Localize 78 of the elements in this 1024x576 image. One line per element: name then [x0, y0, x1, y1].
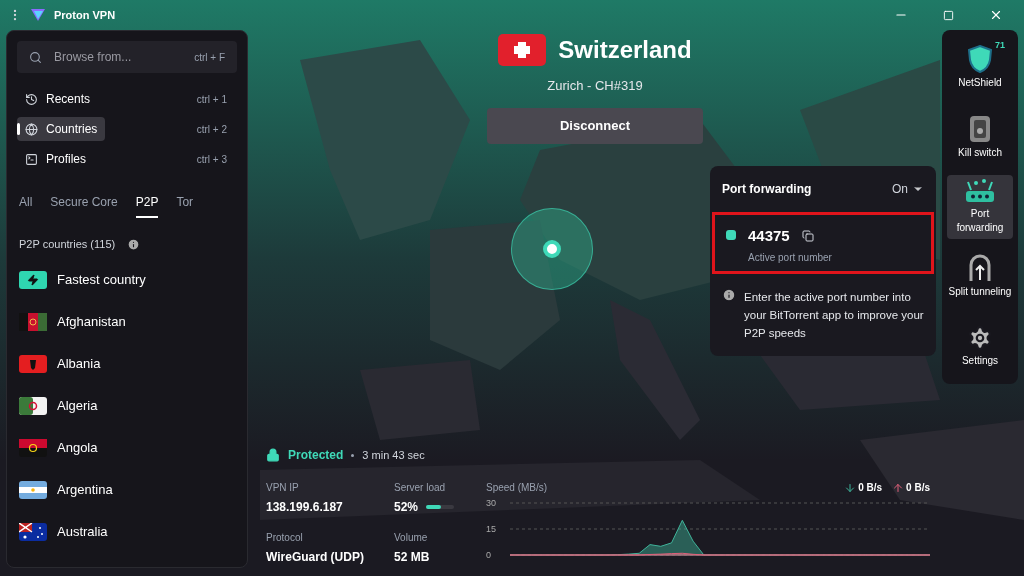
- flag-icon: [19, 354, 47, 373]
- connection-duration: 3 min 43 sec: [362, 447, 425, 463]
- axis-tick-label: 15: [486, 524, 496, 534]
- maximize-icon[interactable]: [943, 9, 954, 21]
- flag-icon: [19, 396, 47, 415]
- window-title: Proton VPN: [54, 7, 116, 23]
- axis-tick-label: 30: [486, 499, 496, 508]
- shield-icon: [968, 45, 992, 74]
- info-text: Enter the active port number into your BitTorrent app to improve your P2P speeds: [744, 289, 924, 341]
- list-heading: P2P countries (115): [19, 237, 116, 252]
- country-item[interactable]: Australia: [19, 520, 235, 543]
- switch-icon: [969, 114, 991, 143]
- chart-title: Speed (MB/s): [486, 481, 548, 495]
- filter-tab[interactable]: Tor: [176, 193, 194, 218]
- download-speed: 0 B/s: [858, 481, 883, 495]
- feature-button[interactable]: Settings: [947, 314, 1013, 378]
- shortcut-hint: ctrl + 1: [196, 92, 228, 107]
- flag-icon: [498, 34, 547, 66]
- server-name: Zurich - CH#319: [547, 77, 643, 95]
- country-item[interactable]: Afghanistan: [19, 310, 235, 333]
- download-icon: [844, 481, 857, 494]
- tunnel-icon: [969, 254, 991, 283]
- status-label: Protected: [288, 447, 344, 464]
- country-item[interactable]: Algeria: [19, 394, 235, 417]
- lightning-icon: [19, 270, 47, 289]
- selection-indicator: [17, 123, 20, 135]
- shortcut-hint: ctrl + 3: [196, 152, 228, 167]
- terminal-icon: [25, 152, 38, 166]
- stat-label: Protocol: [266, 531, 304, 545]
- country-item[interactable]: Argentina: [19, 478, 235, 501]
- feature-button[interactable]: Kill switch: [947, 105, 1013, 170]
- upload-speed: 0 B/s: [906, 481, 930, 495]
- state-dropdown[interactable]: On: [892, 179, 924, 198]
- copy-icon[interactable]: [801, 229, 814, 242]
- search-input[interactable]: Browse from...: [54, 48, 183, 66]
- search-icon: [29, 50, 42, 64]
- disconnect-button[interactable]: Disconnect: [487, 107, 703, 144]
- flag-icon: [19, 438, 47, 457]
- country-name: Switzerland: [558, 35, 692, 65]
- stat-value: 138.199.6.187: [266, 499, 343, 516]
- nav-item[interactable]: Countries: [17, 117, 106, 141]
- filter-tab[interactable]: All: [19, 193, 33, 218]
- router-icon: [965, 178, 995, 205]
- country-item[interactable]: Fastest country: [19, 268, 235, 291]
- popover-title: Port forwarding: [722, 180, 812, 198]
- logo-icon: [30, 8, 46, 22]
- flag-icon: [19, 522, 47, 541]
- stat-value: 52 MB: [394, 549, 430, 566]
- filter-tab[interactable]: Secure Core: [50, 193, 118, 218]
- info-icon: [127, 237, 141, 251]
- port-number: 44375: [748, 225, 790, 246]
- feature-button[interactable]: NetShield 71: [947, 36, 1013, 100]
- flag-icon: [19, 312, 47, 331]
- stat-label: Volume: [394, 531, 429, 545]
- feature-button[interactable]: Port forwarding: [947, 175, 1013, 239]
- stat-value: 52%: [394, 499, 419, 516]
- history-icon: [25, 92, 38, 106]
- country-item[interactable]: Angola: [19, 436, 235, 459]
- nav-item[interactable]: Profiles: [17, 147, 94, 171]
- feature-button[interactable]: Split tunneling: [947, 244, 1013, 309]
- shortcut-hint: ctrl + 2: [196, 122, 228, 137]
- nav-item[interactable]: Recents: [17, 87, 99, 111]
- stat-label: Server load: [394, 481, 447, 495]
- filter-tab[interactable]: P2P: [135, 193, 159, 218]
- globe-icon: [25, 122, 38, 136]
- shortcut-hint: ctrl + F: [194, 50, 225, 65]
- axis-tick-label: 0: [486, 550, 491, 559]
- port-label: Active port number: [748, 251, 832, 265]
- stat-label: VPN IP: [266, 481, 300, 495]
- lock-icon: [266, 448, 280, 462]
- upload-icon: [892, 481, 905, 494]
- blocked-count: 71: [995, 39, 1005, 52]
- flag-icon: [19, 480, 47, 499]
- stat-value: WireGuard (UDP): [266, 549, 364, 566]
- search-bar[interactable]: Browse from... ctrl + F: [17, 41, 237, 73]
- country-item[interactable]: Albania: [19, 352, 235, 375]
- info-icon: [722, 287, 736, 302]
- close-icon[interactable]: [989, 8, 1003, 22]
